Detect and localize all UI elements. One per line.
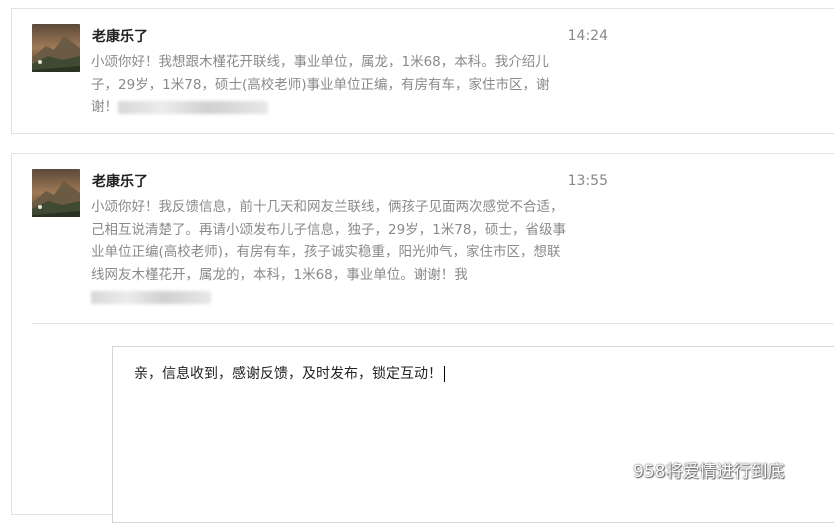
watermark-text: 958将爱情进行到底 (633, 462, 785, 482)
mountain-photo-icon (32, 24, 80, 72)
sender-name[interactable]: 老康乐了 (92, 171, 148, 191)
message-card: 老康乐了 14:24 小颂你好！我想跟木槿花开联线，事业单位，属龙，1米68，本… (11, 8, 834, 134)
text-cursor (444, 366, 445, 382)
avatar[interactable] (32, 24, 80, 72)
wechat-icon (597, 458, 627, 482)
message-time: 14:24 (567, 28, 608, 44)
reply-editor[interactable]: 亲，信息收到，感谢反馈，及时发布，锁定互动！ (112, 346, 834, 523)
redacted-text (118, 100, 268, 114)
watermark: 958将爱情进行到底 (597, 457, 784, 482)
message-text: 小颂你好！我反馈信息，前十几天和网友兰联线，俩孩子见面两次感觉不合适，己相互说清… (91, 196, 569, 309)
mountain-photo-icon (32, 169, 80, 217)
sender-name[interactable]: 老康乐了 (92, 26, 148, 46)
divider (32, 323, 834, 324)
message-body: 小颂你好！我反馈信息，前十几天和网友兰联线，俩孩子见面两次感觉不合适，己相互说清… (91, 199, 566, 283)
message-text: 小颂你好！我想跟木槿花开联线，事业单位，属龙，1米68，本科。我介绍儿子，29岁… (91, 51, 569, 119)
message-time: 13:55 (567, 173, 608, 189)
reply-text: 亲，信息收到，感谢反馈，及时发布，锁定互动！ (134, 363, 445, 383)
reply-input-value: 亲，信息收到，感谢反馈，及时发布，锁定互动！ (134, 366, 442, 382)
avatar[interactable] (32, 169, 80, 217)
redacted-text (91, 290, 211, 304)
